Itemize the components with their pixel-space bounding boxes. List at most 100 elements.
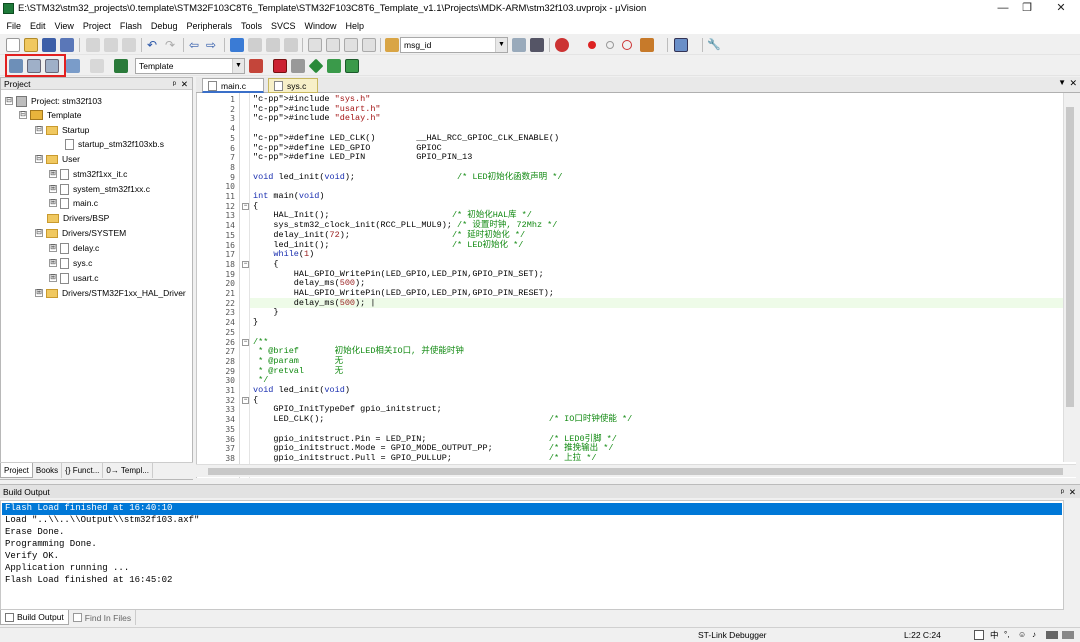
fold-toggle-icon[interactable]: − (242, 260, 249, 268)
ime-keyboard-icon[interactable] (1046, 631, 1058, 639)
chevron-down-icon[interactable]: ▼ (232, 59, 244, 73)
tree-item-template[interactable]: ⊟ Template (19, 108, 82, 122)
tab-list-chevron-icon[interactable]: ▼ (1058, 78, 1066, 87)
target-options-icon[interactable] (249, 59, 263, 73)
tree-item-drivers-system[interactable]: ⊟ Drivers/SYSTEM (35, 226, 126, 240)
comment-icon[interactable] (344, 38, 358, 52)
cut-icon[interactable] (86, 38, 100, 52)
batch-build-icon[interactable] (66, 59, 80, 73)
stop-build-icon[interactable] (90, 59, 104, 73)
window-layout-icon[interactable] (674, 38, 688, 52)
expand-icon[interactable]: ⊞ (49, 185, 57, 193)
breakpoint-kill-all-icon[interactable] (640, 38, 654, 52)
undo-icon[interactable]: ↶ (147, 38, 161, 52)
tab-build-output[interactable]: Build Output (0, 610, 69, 625)
tab-books[interactable]: Books (33, 463, 63, 478)
tree-item-main[interactable]: ⊞ main.c (49, 196, 98, 210)
redo-icon[interactable]: ↷ (165, 38, 179, 52)
expand-icon[interactable]: ⊞ (49, 259, 57, 267)
find-combo[interactable]: msg_id ▼ (400, 37, 508, 53)
tab-sys-c[interactable]: sys.c (268, 78, 318, 93)
scrollbar-thumb[interactable] (208, 468, 1063, 475)
manage-project-icon[interactable] (273, 59, 287, 73)
tree-item-startup-file[interactable]: startup_stm32f103xb.s (65, 137, 164, 151)
configure-icon[interactable]: 🔧 (707, 38, 721, 52)
save-icon[interactable] (42, 38, 56, 52)
fold-toggle-icon[interactable]: − (242, 396, 249, 404)
editor-horizontal-scrollbar[interactable] (196, 464, 1076, 477)
tab-project[interactable]: Project (0, 463, 33, 478)
pin-icon[interactable]: ᵖ (1061, 485, 1064, 499)
find-icon[interactable] (530, 38, 544, 52)
editor-vertical-scrollbar[interactable] (1063, 93, 1076, 462)
tab-find-in-files[interactable]: Find In Files (69, 610, 137, 625)
fold-toggle-icon[interactable]: − (242, 338, 249, 346)
expand-icon[interactable]: ⊞ (49, 274, 57, 282)
incremental-find-icon[interactable] (512, 38, 526, 52)
menu-debug[interactable]: Debug (146, 21, 182, 31)
ime-toggle-icon[interactable] (974, 630, 984, 640)
code-editor[interactable]: 1 2 3 4 5 6 7 8 9 10 11 12 13 14 15 16 17 18 19 20 21 22 23 24 2… (196, 93, 1076, 478)
ime-mode[interactable]: 中 (990, 628, 999, 642)
download-load-icon[interactable] (114, 59, 128, 73)
collapse-icon[interactable]: ⊟ (5, 97, 13, 105)
tree-item-usart[interactable]: ⊞ usart.c (49, 271, 99, 285)
pack-installer-icon[interactable] (327, 59, 341, 73)
tab-templates[interactable]: 0→ Templ... (103, 463, 153, 478)
tree-item-drivers-bsp[interactable]: Drivers/BSP (47, 211, 109, 225)
menu-project[interactable]: Project (78, 21, 115, 31)
expand-icon[interactable]: ⊞ (49, 199, 57, 207)
unindent-icon[interactable] (326, 38, 340, 52)
breakpoint-enable-icon[interactable] (606, 41, 614, 49)
expand-icon[interactable]: ⊞ (35, 289, 43, 297)
ime-punctuation-icon[interactable]: °, (1004, 628, 1009, 642)
pin-icon[interactable]: ᵖ (173, 78, 176, 90)
menu-flash[interactable]: Flash (115, 21, 146, 31)
nav-back-icon[interactable]: ⇦ (189, 38, 203, 52)
close-icon[interactable]: ✕ (181, 78, 188, 90)
scrollbar-thumb[interactable] (1066, 107, 1074, 407)
bookmark-next-icon[interactable] (266, 38, 280, 52)
maximize-button[interactable]: ❐ (1012, 0, 1042, 17)
menu-help[interactable]: Help (341, 21, 369, 31)
collapse-icon[interactable]: ⊟ (19, 111, 27, 119)
nav-forward-icon[interactable]: ⇨ (206, 38, 220, 52)
collapse-icon[interactable]: ⊟ (35, 229, 43, 237)
collapse-icon[interactable]: ⊟ (35, 155, 43, 163)
uncomment-icon[interactable] (362, 38, 376, 52)
breakpoint-disable-all-icon[interactable] (622, 40, 632, 50)
chevron-down-icon[interactable]: ▼ (495, 38, 507, 52)
tree-item-hal-driver[interactable]: ⊞ Drivers/STM32F1xx_HAL_Driver (35, 286, 186, 300)
close-button[interactable]: ✕ (1046, 0, 1076, 17)
expand-icon[interactable]: ⊞ (49, 170, 57, 178)
menu-svcs[interactable]: SVCS (267, 21, 301, 31)
tree-item-user[interactable]: ⊟ User (35, 152, 80, 166)
manage-rte-icon[interactable] (308, 58, 324, 74)
tree-item-system-stm32f1xx[interactable]: ⊞ system_stm32f1xx.c (49, 182, 150, 196)
tree-item-sys[interactable]: ⊞ sys.c (49, 256, 92, 270)
find-in-files-icon[interactable] (385, 38, 399, 52)
target-select[interactable]: Template ▼ (135, 58, 245, 74)
menu-tools[interactable]: Tools (236, 21, 266, 31)
bookmark-clear-icon[interactable] (284, 38, 298, 52)
ime-emoji-icon[interactable]: ☺ (1018, 628, 1026, 642)
save-all-icon[interactable] (60, 38, 74, 52)
tab-main-c[interactable]: main.c (202, 78, 264, 93)
build-vertical-scrollbar[interactable] (1064, 500, 1078, 610)
breakpoint-icon[interactable] (588, 41, 596, 49)
menu-window[interactable]: Window (300, 21, 341, 31)
ime-voice-icon[interactable]: ♪ (1032, 628, 1036, 642)
tree-item-startup[interactable]: ⊟ Startup (35, 123, 89, 137)
copy-icon[interactable] (104, 38, 118, 52)
menu-edit[interactable]: Edit (26, 21, 51, 31)
paste-icon[interactable] (122, 38, 136, 52)
menu-file[interactable]: File (2, 21, 26, 31)
software-packs-icon[interactable] (345, 59, 359, 73)
bookmark-icon[interactable] (230, 38, 244, 52)
tree-item-stm32f1xx-it[interactable]: ⊞ stm32f1xx_it.c (49, 167, 127, 181)
tree-item-delay[interactable]: ⊞ delay.c (49, 241, 99, 255)
close-icon[interactable]: ✕ (1069, 78, 1077, 89)
ime-settings-icon[interactable] (1062, 631, 1074, 639)
tab-functions[interactable]: {} Funct... (62, 463, 104, 478)
fold-toggle-icon[interactable]: − (242, 202, 249, 210)
